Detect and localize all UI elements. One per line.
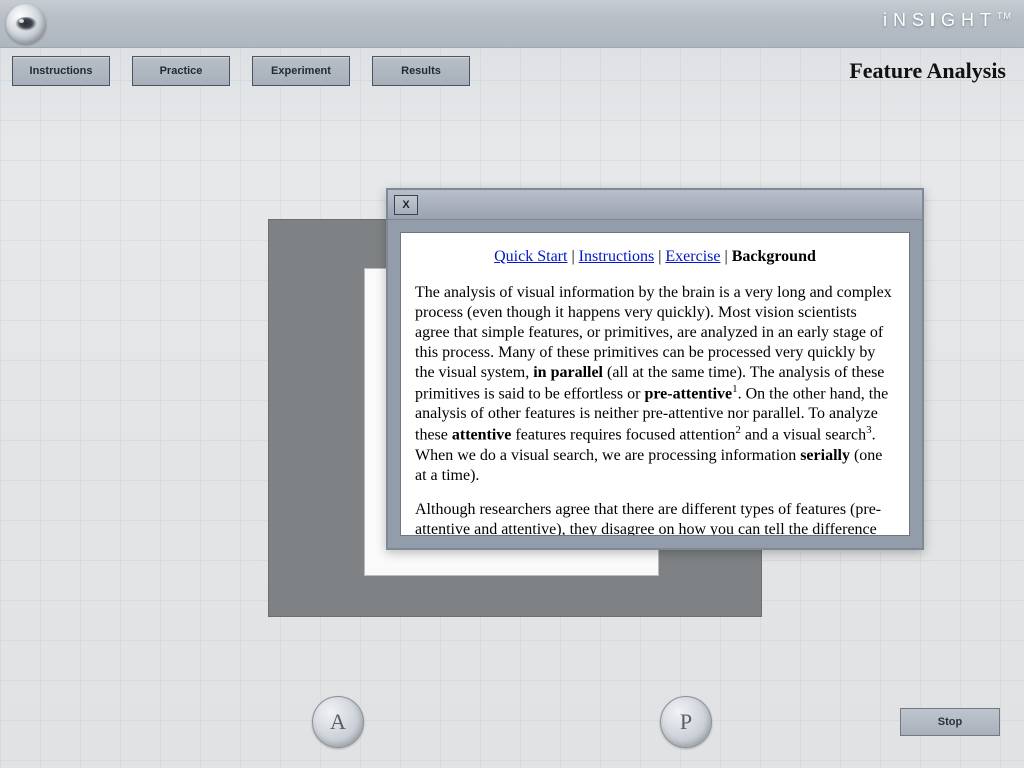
stop-button[interactable]: Stop xyxy=(900,708,1000,736)
tab-exercise[interactable]: Exercise xyxy=(665,248,720,265)
brand-label: iNSIGHTTM xyxy=(883,10,1012,31)
instructions-button[interactable]: Instructions xyxy=(12,56,110,86)
nav-row: Instructions Practice Experiment Results xyxy=(12,56,470,86)
practice-button[interactable]: Practice xyxy=(132,56,230,86)
tab-quick-start[interactable]: Quick Start xyxy=(494,248,567,265)
page-title: Feature Analysis xyxy=(849,58,1006,84)
experiment-button[interactable]: Experiment xyxy=(252,56,350,86)
eye-logo-icon xyxy=(6,4,46,44)
results-button[interactable]: Results xyxy=(372,56,470,86)
response-a-button[interactable]: A xyxy=(312,696,364,748)
tab-sep: | xyxy=(720,248,731,265)
instructions-popup: X Quick Start | Instructions | Exercise … xyxy=(386,188,924,550)
tab-background[interactable]: Background xyxy=(732,248,816,265)
popup-header: X xyxy=(388,190,922,220)
tab-sep: | xyxy=(654,248,665,265)
popup-tabs: Quick Start | Instructions | Exercise | … xyxy=(415,247,895,267)
tab-sep: | xyxy=(567,248,578,265)
top-bar: iNSIGHTTM xyxy=(0,0,1024,48)
close-button[interactable]: X xyxy=(394,195,418,215)
popup-body: Quick Start | Instructions | Exercise | … xyxy=(400,232,910,536)
tab-instructions[interactable]: Instructions xyxy=(579,248,655,265)
response-p-button[interactable]: P xyxy=(660,696,712,748)
popup-text: The analysis of visual information by th… xyxy=(415,283,895,536)
